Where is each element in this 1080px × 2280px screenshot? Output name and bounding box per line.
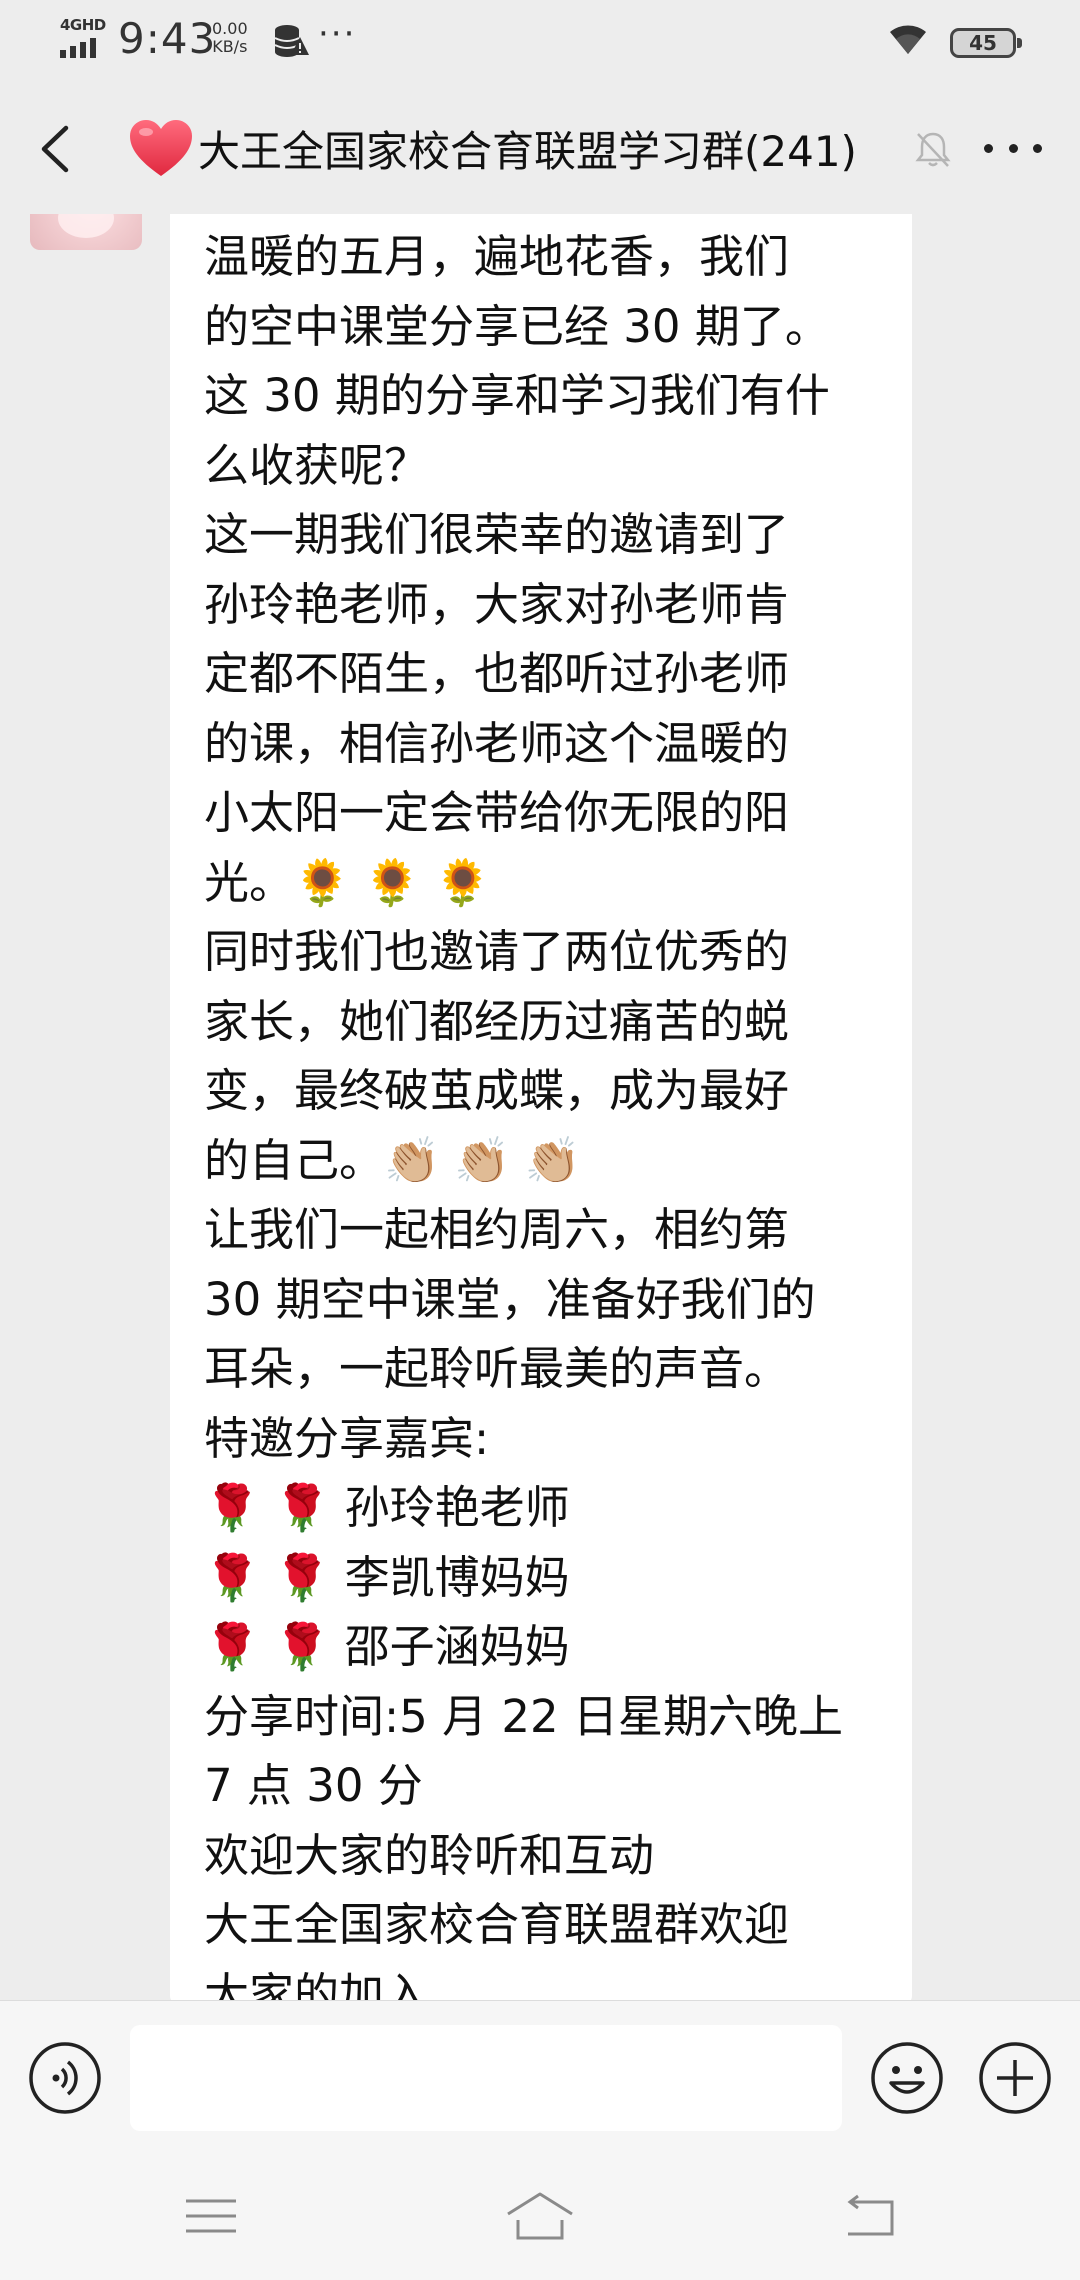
menu-icon[interactable] [184, 2196, 238, 2236]
back-icon[interactable] [30, 122, 84, 176]
network-type: 4GHD [60, 16, 106, 34]
battery-level: 45 [969, 31, 997, 55]
chat-header: 大王全国家校合育联盟学习群(241) [0, 84, 1080, 214]
system-nav-bar [0, 2160, 1080, 2280]
chat-title: 大王全国家校合育联盟学习群(241) [128, 118, 857, 178]
status-bar: 4GHD 9:43 0.00 KB/s ··· 45 [0, 0, 1080, 84]
chat-area[interactable]: 温暖的五月，遍地花香，我们 的空中课堂分享已经 30 期了。 这 30 期的分享… [0, 214, 1080, 2000]
more-icon[interactable] [976, 128, 1050, 168]
input-bar [0, 2000, 1080, 2160]
mute-icon [915, 132, 951, 167]
speed-value: 0.00 [212, 19, 248, 38]
message-text: 温暖的五月，遍地花香，我们 的空中课堂分享已经 30 期了。 这 30 期的分享… [204, 230, 843, 2000]
emoji-icon[interactable] [870, 2041, 944, 2115]
voice-icon[interactable] [28, 2041, 102, 2115]
home-icon[interactable] [504, 2190, 576, 2242]
speed-unit: KB/s [212, 37, 248, 56]
wifi-icon [890, 25, 926, 54]
battery-icon: 45 [950, 28, 1022, 58]
message-input[interactable] [130, 2025, 842, 2131]
more-notifications-icon: ··· [318, 14, 357, 54]
heart-icon [130, 120, 192, 176]
clock: 9:43 [118, 14, 217, 63]
avatar[interactable] [30, 214, 142, 250]
plus-icon[interactable] [978, 2041, 1052, 2115]
message-bubble[interactable]: 温暖的五月，遍地花香，我们 的空中课堂分享已经 30 期了。 这 30 期的分享… [170, 214, 912, 2000]
warning-icon [291, 37, 309, 55]
chat-title-text: 大王全国家校合育联盟学习群(241) [198, 126, 857, 176]
network-speed: 0.00 KB/s [212, 20, 248, 56]
back-nav-icon[interactable] [842, 2194, 896, 2238]
signal-icon: 4GHD [58, 16, 106, 60]
